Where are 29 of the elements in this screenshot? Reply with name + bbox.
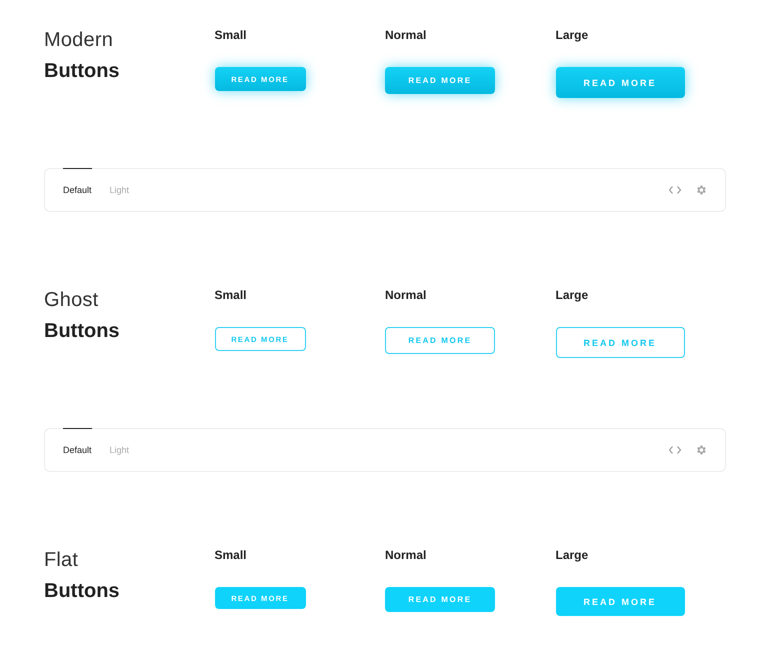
size-label: Small xyxy=(214,548,247,562)
size-label: Large xyxy=(556,28,588,42)
read-more-button[interactable]: READ MORE xyxy=(385,587,495,612)
read-more-button[interactable]: READ MORE xyxy=(385,67,495,94)
tab[interactable]: Light xyxy=(110,168,130,211)
size-label: Large xyxy=(556,288,588,302)
read-more-button[interactable]: READ MORE xyxy=(556,327,684,358)
section-title: Ghost xyxy=(44,289,100,312)
section-title: Buttons xyxy=(44,320,121,343)
code-icon[interactable] xyxy=(669,446,681,454)
section-title: Flat xyxy=(44,549,80,572)
size-label: Large xyxy=(556,548,588,562)
read-more-button[interactable]: READ MORE xyxy=(385,327,495,354)
tab[interactable]: Default xyxy=(63,428,92,471)
settings-icon[interactable] xyxy=(695,184,707,196)
section-title: Buttons xyxy=(44,60,121,83)
tab[interactable]: Default xyxy=(63,168,92,211)
size-label: Normal xyxy=(385,28,426,42)
size-label: Normal xyxy=(385,548,426,562)
section-title: Buttons xyxy=(44,580,121,603)
size-label: Small xyxy=(214,28,247,42)
section-title: Modern xyxy=(44,29,114,52)
code-icon[interactable] xyxy=(669,186,681,194)
size-label: Normal xyxy=(385,288,426,302)
settings-icon[interactable] xyxy=(695,444,707,456)
size-label: Small xyxy=(214,288,247,302)
tab[interactable]: Light xyxy=(110,428,130,471)
read-more-button[interactable]: READ MORE xyxy=(556,67,684,98)
read-more-button[interactable]: READ MORE xyxy=(556,587,684,616)
